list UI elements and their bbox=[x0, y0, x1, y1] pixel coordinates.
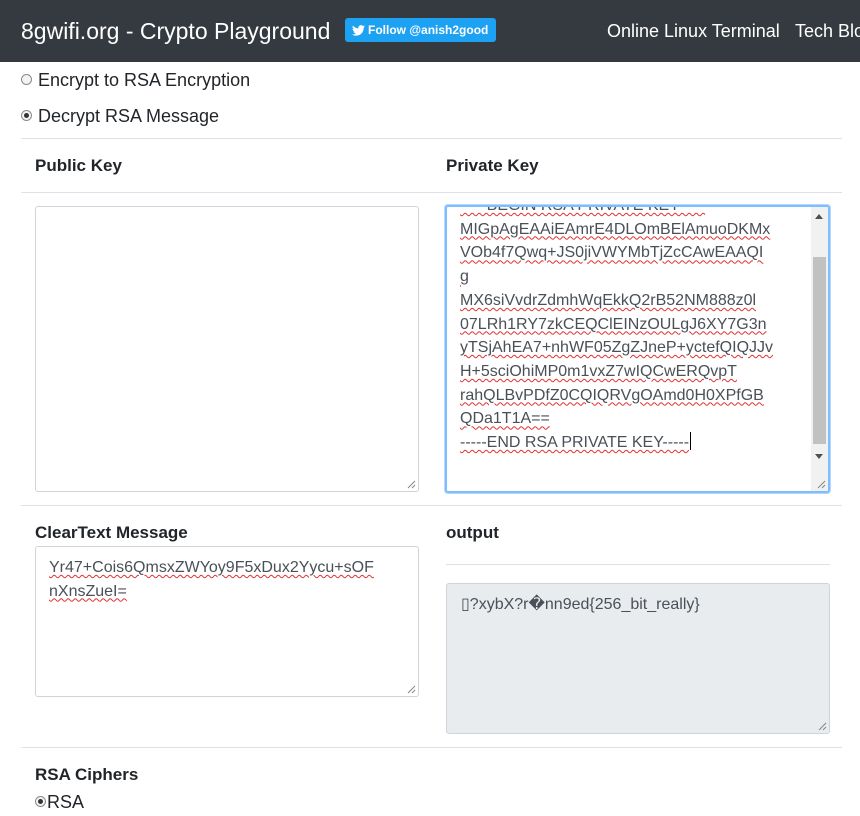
radio-encrypt-input[interactable] bbox=[21, 74, 32, 85]
private-key-line: MIGpAgEAAiEAmrE4DLOmBElAmuoDKMx bbox=[460, 220, 771, 238]
cleartext-textarea[interactable]: Yr47+Cois6QmsxZWYoy9F5xDux2Yycu+sOF nXns… bbox=[35, 546, 419, 697]
scroll-down-arrow-icon[interactable] bbox=[815, 454, 823, 459]
rsa-ciphers-label: RSA Ciphers bbox=[35, 765, 139, 784]
radio-encrypt[interactable]: Encrypt to RSA Encryption bbox=[21, 69, 250, 91]
private-key-scrollbar[interactable] bbox=[811, 207, 828, 491]
resize-grip-icon[interactable] bbox=[816, 479, 826, 489]
private-key-line: -----BEGIN RSA PRIVATE KEY----- bbox=[460, 205, 706, 214]
radio-encrypt-label: Encrypt to RSA Encryption bbox=[38, 70, 251, 90]
private-key-content: -----BEGIN RSA PRIVATE KEY----- MIGpAgEA… bbox=[460, 205, 800, 455]
divider bbox=[21, 505, 842, 506]
private-key-line: VOb4f7Qwq+JS0jiVWYMbTjZcCAwEAAQI bbox=[460, 244, 764, 262]
nav-link-tech-blog[interactable]: Tech Blo bbox=[795, 20, 860, 42]
output-value: ▯?xybX?r�nn9ed{256_bit_really} bbox=[461, 596, 700, 613]
radio-decrypt[interactable]: Decrypt RSA Message bbox=[21, 105, 219, 127]
private-key-line: H+5sciOhiMP0m1vxZ7wIQCwERQvpT bbox=[460, 362, 737, 380]
private-key-label: Private Key bbox=[446, 156, 539, 175]
private-key-line: yTSjAhEA7+nhWF05ZgZJneP+yctefQIQJJv bbox=[460, 339, 774, 357]
nav-link-linux-terminal[interactable]: Online Linux Terminal bbox=[607, 20, 780, 42]
private-key-line: 07LRh1RY7zkCEQClEINzOULgJ6XY7G3n bbox=[460, 315, 767, 333]
cleartext-content: Yr47+Cois6QmsxZWYoy9F5xDux2Yycu+sOF nXns… bbox=[49, 556, 374, 603]
output-label: output bbox=[446, 523, 499, 542]
resize-grip-icon[interactable] bbox=[406, 479, 416, 489]
private-key-line: MX6siVvdrZdmhWqEkkQ2rB52NM888z0l bbox=[460, 291, 757, 309]
radio-rsa-input[interactable] bbox=[35, 796, 46, 807]
cleartext-line: nXnsZueI= bbox=[49, 582, 127, 600]
follow-button-label: Follow @anish2good bbox=[368, 23, 489, 37]
radio-rsa-label: RSA bbox=[47, 792, 85, 812]
scroll-thumb[interactable] bbox=[813, 257, 826, 444]
public-key-label: Public Key bbox=[35, 156, 122, 175]
text-caret bbox=[690, 432, 692, 451]
private-key-last-line: -----END RSA PRIVATE KEY----- bbox=[460, 431, 800, 455]
radio-decrypt-input[interactable] bbox=[21, 110, 32, 121]
radio-rsa[interactable]: RSA bbox=[35, 791, 84, 813]
navbar: 8gwifi.org - Crypto Playground Follow @a… bbox=[0, 0, 860, 62]
private-key-line: -----END RSA PRIVATE KEY----- bbox=[460, 434, 690, 452]
resize-grip-icon[interactable] bbox=[406, 684, 416, 694]
brand-link[interactable]: 8gwifi.org - Crypto Playground bbox=[21, 17, 330, 45]
private-key-textarea[interactable]: -----BEGIN RSA PRIVATE KEY----- MIGpAgEA… bbox=[445, 205, 830, 493]
divider bbox=[21, 747, 842, 748]
divider bbox=[21, 192, 842, 193]
divider bbox=[446, 564, 830, 565]
output-textarea[interactable]: ▯?xybX?r�nn9ed{256_bit_really} bbox=[446, 583, 830, 734]
cleartext-label: ClearText Message bbox=[35, 523, 188, 542]
public-key-textarea[interactable] bbox=[35, 206, 419, 492]
private-key-line: QDa1T1A== bbox=[460, 410, 550, 428]
twitter-bird-icon bbox=[352, 25, 365, 36]
resize-grip-icon[interactable] bbox=[817, 721, 827, 731]
radio-decrypt-label: Decrypt RSA Message bbox=[38, 106, 220, 126]
twitter-follow-button[interactable]: Follow @anish2good bbox=[345, 18, 496, 42]
private-key-line: g bbox=[460, 268, 469, 286]
divider bbox=[21, 138, 842, 139]
private-key-line: rahQLBvPDfZ0CQIQRVgOAmd0H0XPfGB bbox=[460, 386, 764, 404]
scroll-up-arrow-icon[interactable] bbox=[815, 214, 823, 219]
cleartext-line: Yr47+Cois6QmsxZWYoy9F5xDux2Yycu+sOF bbox=[49, 559, 374, 576]
